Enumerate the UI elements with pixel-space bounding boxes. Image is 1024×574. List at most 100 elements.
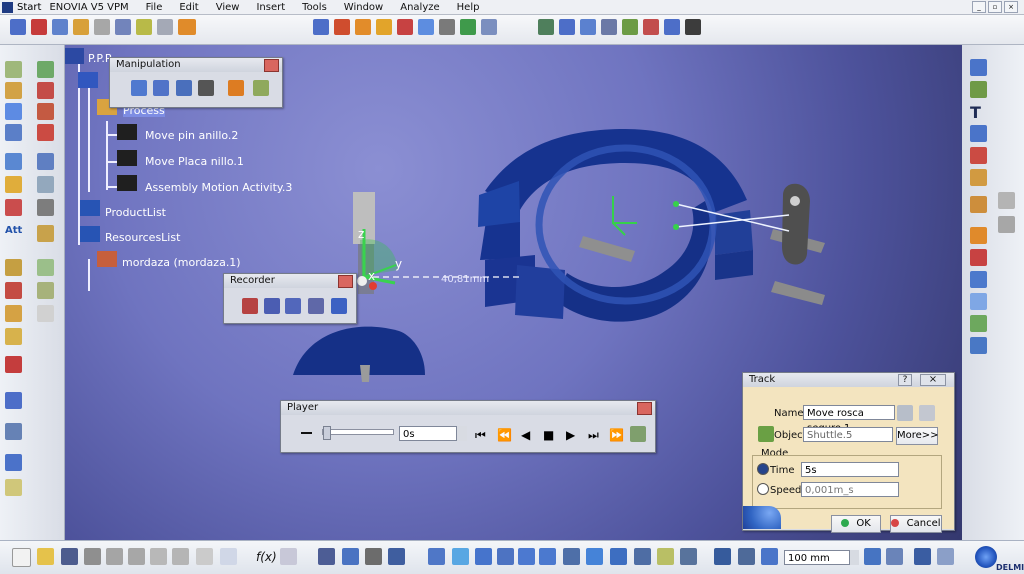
snap-icon[interactable] [176,80,192,96]
image-icon[interactable] [970,81,987,98]
fit-icon[interactable] [452,548,469,565]
settings-icon[interactable] [630,426,646,442]
pick-icon[interactable] [897,405,913,421]
camera-icon[interactable] [970,59,987,76]
print-icon[interactable] [84,548,101,565]
menu-edit[interactable]: Edit [179,2,198,13]
timeline-slider[interactable] [322,429,394,435]
step-forward-icon[interactable]: ⏭ [588,428,599,443]
stop-icon[interactable]: ■ [543,428,554,442]
tree-icon[interactable] [970,337,987,354]
restore-icon[interactable]: ▫ [988,1,1002,13]
table-icon[interactable] [559,19,575,35]
zoom-in-icon[interactable] [518,548,535,565]
ok-button[interactable]: OK [831,515,881,533]
step-back-icon[interactable]: ⏪ [497,428,512,442]
copy-icon[interactable] [128,548,145,565]
assembly-icon[interactable] [5,124,22,141]
loop-icon[interactable] [308,298,324,314]
menu-insert[interactable]: Insert [256,2,285,13]
paste-icon[interactable] [150,548,167,565]
window-icon[interactable] [157,19,173,35]
grid-icon[interactable] [914,548,931,565]
cube-icon[interactable] [5,103,22,120]
stack-icon[interactable] [198,80,214,96]
network-icon[interactable] [342,548,359,565]
activity-icon[interactable] [355,19,371,35]
tree-icon[interactable] [5,423,22,440]
mechanism-icon[interactable] [37,282,54,299]
motion-icon[interactable] [376,19,392,35]
tree-item-mordaza[interactable]: mordaza (mordaza.1) [122,256,241,269]
compass-icon[interactable] [864,548,881,565]
help-icon[interactable]: ? [898,374,912,386]
menu-tools[interactable]: Tools [302,2,327,13]
bug-icon[interactable] [970,147,987,164]
redo-icon[interactable] [196,548,213,565]
formula-icon[interactable]: f(x) [256,550,277,564]
time-radio[interactable] [757,463,769,475]
tree-item-assembly-motion[interactable]: Assembly Motion Activity.3 [145,181,292,194]
clamp-icon[interactable] [970,169,987,186]
settings-icon[interactable] [886,548,903,565]
export-icon[interactable] [685,19,701,35]
screw-icon[interactable] [5,328,22,345]
lock-icon[interactable] [758,426,774,442]
network-icon[interactable] [5,153,22,170]
folder-icon[interactable] [970,227,987,244]
swap-visible-icon[interactable] [657,548,674,565]
fast-forward-icon[interactable]: ⏩ [609,428,624,442]
tree-icon[interactable] [538,19,554,35]
speed-field[interactable]: 0,001m_s [801,482,899,497]
comment-icon[interactable] [280,548,297,565]
close-icon[interactable] [338,275,353,288]
more-button[interactable]: More>> [896,427,939,445]
save-icon[interactable] [61,548,78,565]
menu-view[interactable]: View [216,2,240,13]
rewind-icon[interactable]: ⏮ [475,428,486,443]
cut-icon[interactable] [106,548,123,565]
tree-item-move-pin[interactable]: Move pin anillo.2 [145,129,238,142]
minimize-icon[interactable]: _ [972,1,986,13]
pointer-icon[interactable] [761,548,778,565]
pause-icon[interactable] [439,19,455,35]
hand-icon[interactable] [178,19,196,35]
snap-icon[interactable] [738,548,755,565]
move-icon[interactable] [5,61,22,78]
new-icon[interactable] [12,548,31,567]
hand-icon[interactable] [970,196,987,213]
fastener-icon[interactable] [37,225,54,242]
undo-icon[interactable] [172,548,189,565]
tree-item-resources-list[interactable]: ResourcesList [105,231,180,244]
normal-view-icon[interactable] [563,548,580,565]
menu-window[interactable]: Window [344,2,383,13]
sheet-icon[interactable] [37,199,54,216]
copy-icon[interactable] [970,293,987,310]
a-icon[interactable] [970,315,987,332]
att-label[interactable]: Att [5,225,27,241]
gear-icon[interactable] [73,19,89,35]
hide-show-icon[interactable] [634,548,651,565]
tree-item-move-placa[interactable]: Move Placa nillo.1 [145,155,244,168]
link-icon[interactable] [115,19,131,35]
record-sequence-icon[interactable] [264,298,280,314]
rotate-icon[interactable] [153,80,169,96]
list-icon[interactable] [388,548,405,565]
robot-icon[interactable] [5,282,22,299]
search-icon[interactable] [52,19,68,35]
gear-icon[interactable] [919,405,935,421]
link-icon[interactable] [5,82,22,99]
close-icon[interactable] [637,402,652,415]
delete-icon[interactable] [37,82,54,99]
close-icon[interactable]: × [1004,1,1018,13]
flow-icon[interactable] [5,356,22,373]
manipulator-icon[interactable] [998,216,1015,233]
structure-icon[interactable] [10,19,26,35]
close-icon[interactable]: × [920,374,946,386]
clamp-icon[interactable] [5,305,22,322]
list-icon[interactable] [580,19,596,35]
object-field[interactable]: Shuttle.5 [803,427,893,442]
filter-icon[interactable] [136,19,152,35]
clipboard-icon[interactable] [970,271,987,288]
network-icon[interactable] [643,19,659,35]
